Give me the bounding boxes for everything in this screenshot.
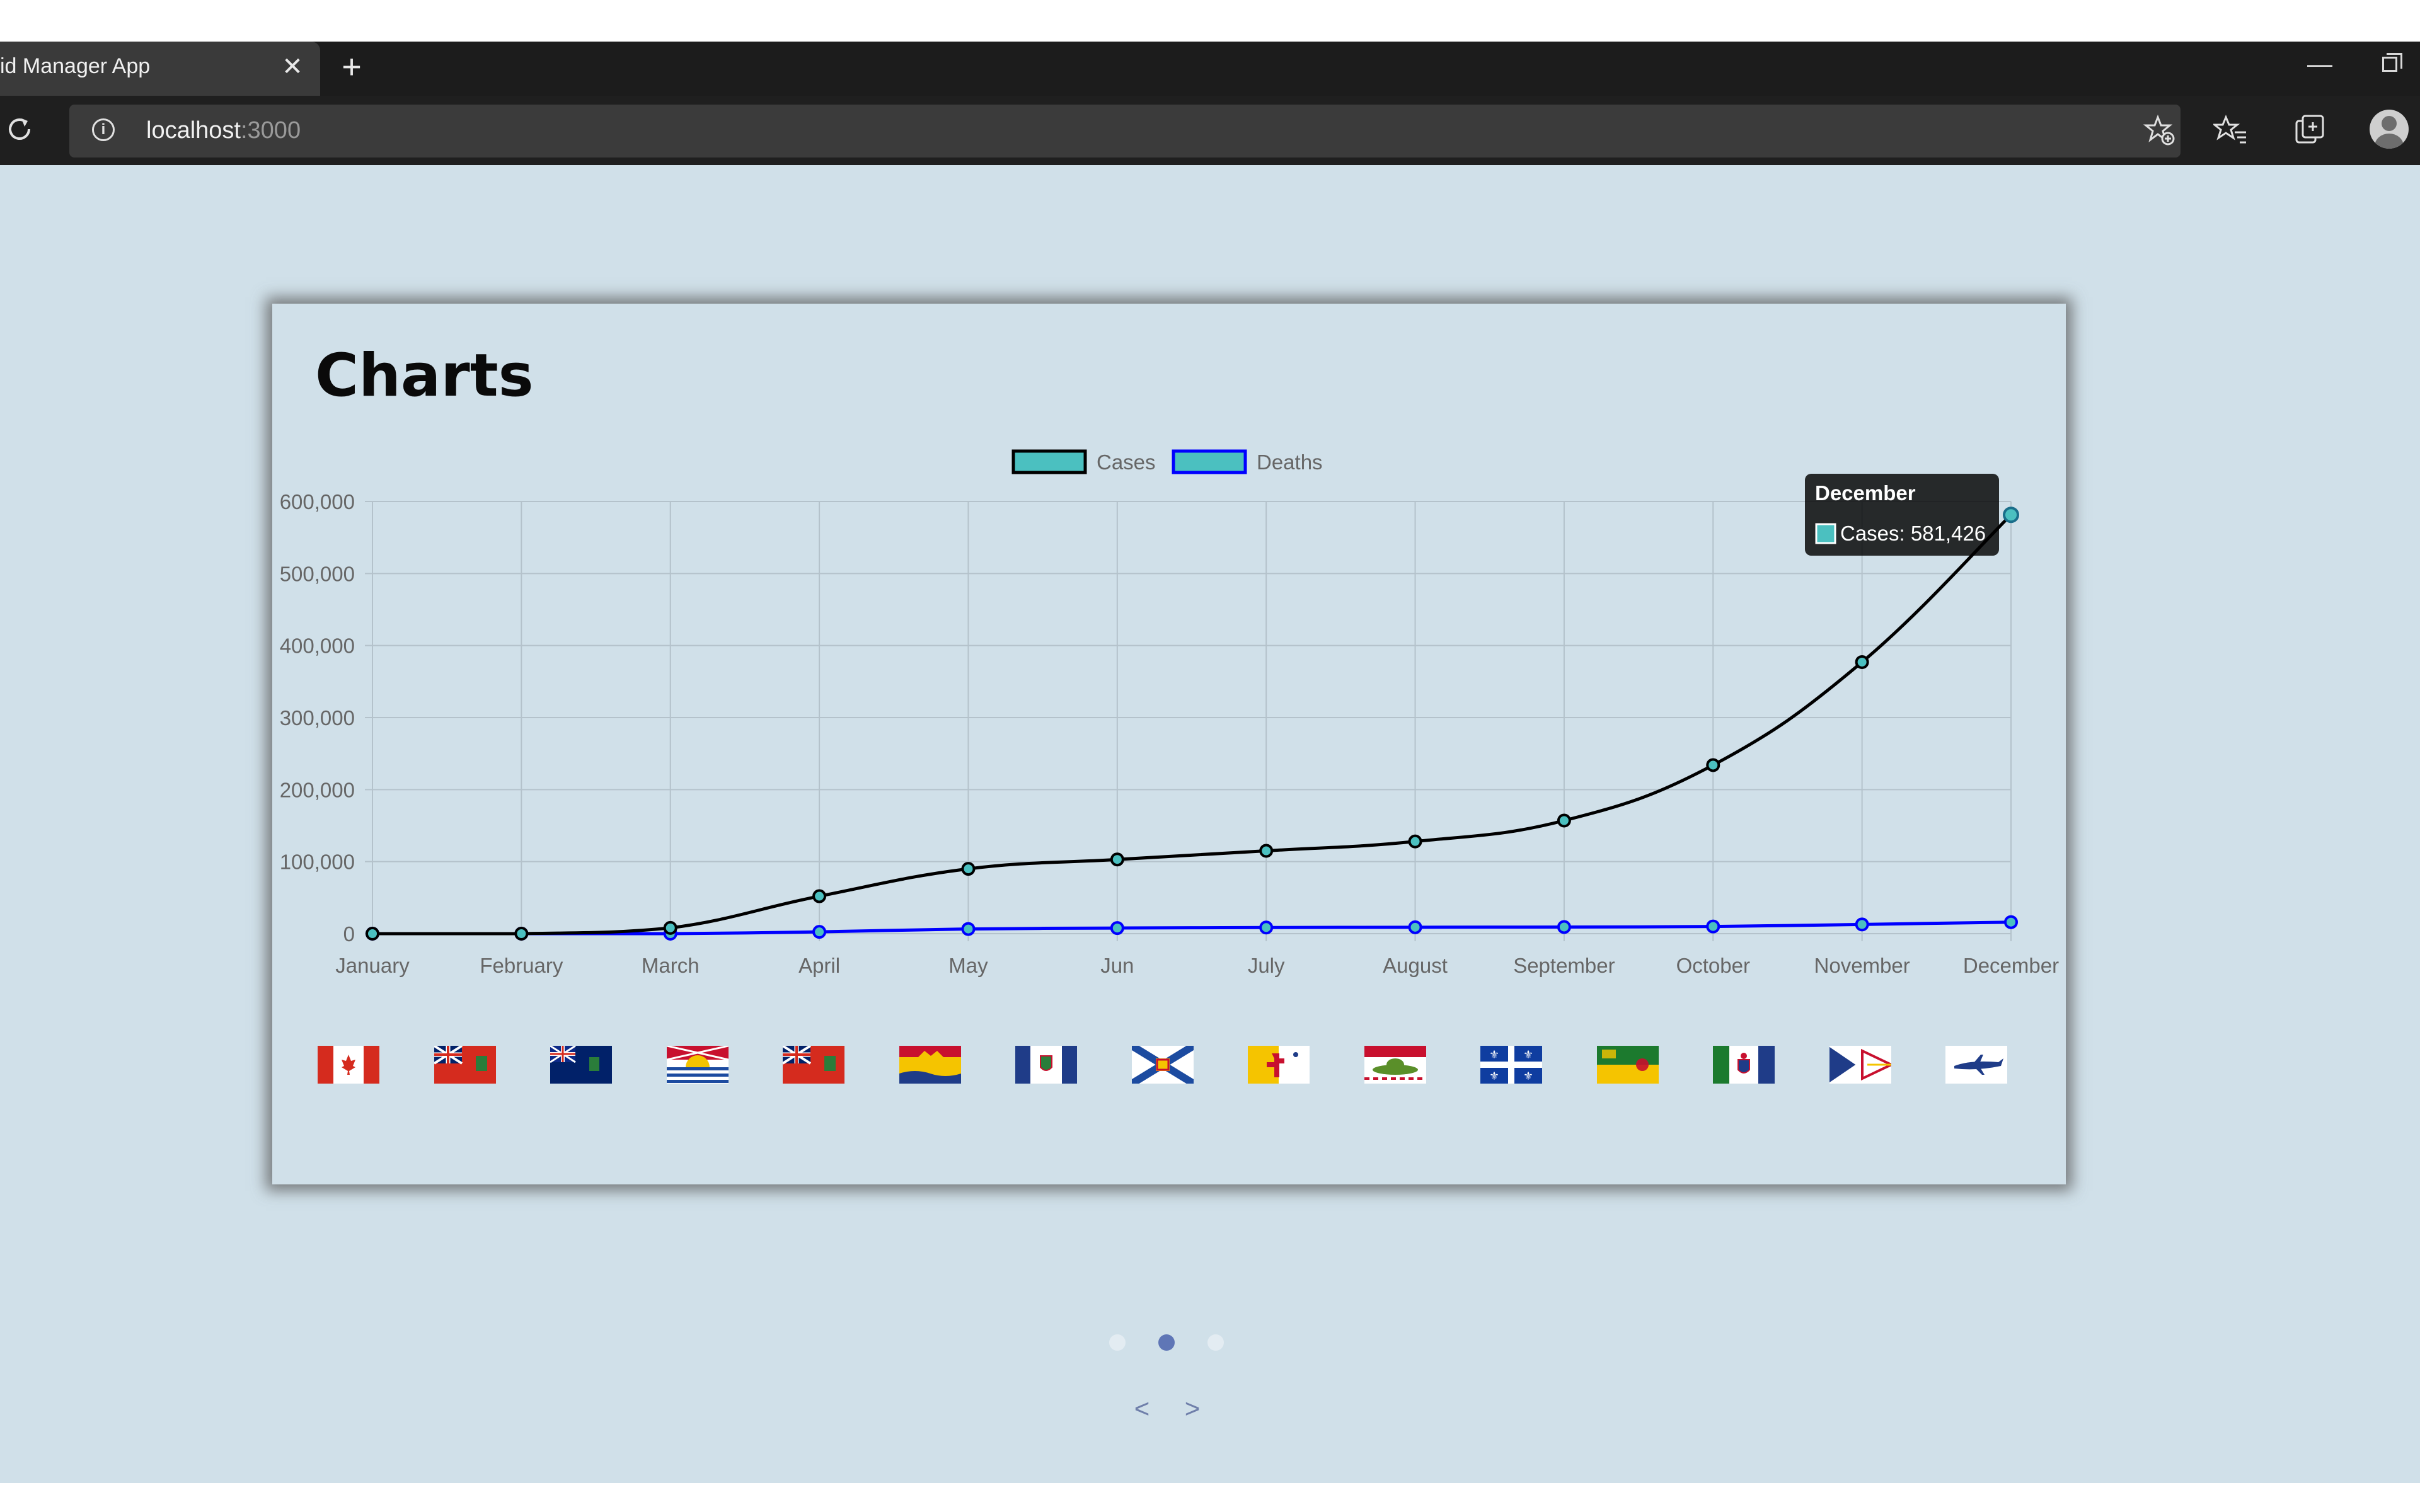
- y-tick-label: 200,000: [280, 778, 355, 801]
- data-point-cases: [514, 927, 529, 941]
- add-favorite-icon[interactable]: [2143, 113, 2177, 147]
- data-point-deaths: [1408, 920, 1422, 934]
- flag-newfoundland-icon[interactable]: [1829, 1046, 1891, 1084]
- legend-label: Cases: [1097, 450, 1156, 474]
- flag-quebec-icon[interactable]: ⚜ ⚜ ⚜ ⚜: [1480, 1046, 1542, 1084]
- carousel-dot[interactable]: [1109, 1334, 1126, 1351]
- page-body: Charts 600,000 500,000 400,000 300,000 200,0…: [0, 165, 2420, 1483]
- y-tick-label: 300,000: [280, 706, 355, 730]
- tab-title: id Manager App: [0, 54, 151, 78]
- data-point-cases: [1110, 852, 1124, 867]
- legend-swatch: [1011, 449, 1087, 474]
- svg-text:⚜: ⚜: [1489, 1070, 1499, 1082]
- carousel-dot[interactable]: [1207, 1334, 1224, 1351]
- svg-text:⚜: ⚜: [1523, 1070, 1533, 1082]
- x-tick-label: September: [1513, 954, 1615, 977]
- new-tab-button[interactable]: +: [334, 48, 369, 86]
- data-point-cases: [1855, 655, 1869, 669]
- flag-saskatchewan-icon[interactable]: [1597, 1046, 1659, 1084]
- flag-canada-icon[interactable]: [318, 1046, 379, 1084]
- data-point-deaths: [1110, 921, 1124, 936]
- data-point-deaths: [961, 922, 976, 936]
- x-tick-label: January: [335, 954, 410, 977]
- y-tick-label: 0: [343, 922, 355, 946]
- x-tick-label: August: [1383, 954, 1448, 977]
- data-point-cases: [1706, 758, 1720, 772]
- restore-window-icon[interactable]: [2382, 53, 2402, 72]
- browser-toolbar: i localhost:3000: [0, 96, 2420, 165]
- tooltip-title: December: [1815, 481, 1916, 505]
- browser-tab[interactable]: id Manager App ✕: [0, 42, 320, 96]
- svg-text:⚜: ⚜: [1489, 1048, 1499, 1061]
- tooltip-label: Cases: 581,426: [1840, 522, 1986, 545]
- flag-plane-icon[interactable]: [1945, 1046, 2007, 1084]
- chart-card: Charts 600,000 500,000 400,000 300,000 200,0…: [272, 304, 2066, 1184]
- flag-yukon-icon[interactable]: [1713, 1046, 1775, 1084]
- x-tick-label: December: [1963, 954, 2059, 977]
- flag-nova-scotia-icon[interactable]: [1132, 1046, 1194, 1084]
- flag-nunavut-icon[interactable]: [1248, 1046, 1310, 1084]
- collections-icon[interactable]: [2293, 113, 2327, 147]
- data-point-deaths: [2004, 915, 2018, 929]
- flag-ontario-icon[interactable]: [434, 1046, 496, 1084]
- x-tick-label: May: [948, 954, 988, 977]
- y-tick-label: 100,000: [280, 850, 355, 874]
- browser-tab-strip: id Manager App ✕ + —: [0, 42, 2420, 96]
- data-point-deaths: [1557, 920, 1571, 934]
- line-chart: 600,000 500,000 400,000 300,000 200,000 100,0…: [272, 304, 2066, 1060]
- chart-svg: 600,000 500,000 400,000 300,000 200,000 100,0…: [280, 449, 2059, 977]
- y-tick-label: 400,000: [280, 634, 355, 658]
- x-tick-label: Jun: [1100, 954, 1134, 977]
- url-text[interactable]: localhost:3000: [146, 117, 301, 144]
- bottom-strip: [0, 1483, 2420, 1512]
- y-tick-label: 600,000: [280, 490, 355, 513]
- favorites-icon[interactable]: [2213, 113, 2247, 147]
- flag-manitoba-icon[interactable]: [550, 1046, 612, 1084]
- data-point-cases: [366, 927, 379, 941]
- data-point-deaths: [1855, 917, 1869, 932]
- tooltip-active-point: [2003, 507, 2019, 524]
- carousel-next-button[interactable]: >: [1180, 1394, 1205, 1424]
- y-tick-label: 500,000: [280, 562, 355, 585]
- legend-swatch: [1172, 449, 1247, 474]
- tooltip-swatch: [1815, 523, 1836, 544]
- province-flags: ⚜ ⚜ ⚜ ⚜: [318, 1046, 2044, 1087]
- data-point-cases: [1557, 813, 1571, 828]
- url-port: :3000: [240, 117, 301, 144]
- address-bar[interactable]: i localhost:3000: [69, 105, 2181, 158]
- svg-text:⚜: ⚜: [1523, 1048, 1533, 1061]
- x-tick-label: July: [1248, 954, 1285, 977]
- close-tab-icon[interactable]: ✕: [280, 50, 305, 83]
- data-point-cases: [812, 889, 827, 903]
- series-line-cases: [372, 513, 2012, 936]
- url-host: localhost: [146, 117, 241, 144]
- x-tick-label: October: [1676, 954, 1750, 977]
- carousel-prev-button[interactable]: <: [1129, 1394, 1155, 1424]
- site-info-icon[interactable]: i: [92, 118, 115, 141]
- flag-northwest-territories-icon[interactable]: [1015, 1046, 1077, 1084]
- flag-prince-edward-island-icon[interactable]: [1364, 1046, 1426, 1084]
- minimize-icon[interactable]: —: [2304, 45, 2336, 83]
- flag-british-columbia-icon[interactable]: [667, 1046, 729, 1084]
- reload-icon[interactable]: [4, 113, 35, 145]
- x-tick-label: November: [1814, 954, 1910, 977]
- flag-ontario-alt-icon[interactable]: [783, 1046, 844, 1084]
- profile-avatar-icon[interactable]: [2370, 110, 2409, 149]
- flag-new-brunswick-icon[interactable]: [899, 1046, 961, 1084]
- x-tick-label: March: [642, 954, 700, 977]
- data-point-cases: [1408, 834, 1422, 849]
- data-point-cases: [1259, 844, 1274, 858]
- legend-label: Deaths: [1257, 450, 1323, 474]
- data-point-deaths: [1706, 919, 1720, 934]
- carousel-dots: [1109, 1334, 1235, 1353]
- carousel-dot[interactable]: [1158, 1334, 1175, 1351]
- x-tick-label: February: [480, 954, 563, 977]
- data-point-deaths: [1259, 920, 1274, 935]
- data-point-deaths: [812, 925, 827, 939]
- data-point-cases: [961, 862, 976, 876]
- data-point-cases: [663, 920, 677, 935]
- x-tick-label: April: [798, 954, 840, 977]
